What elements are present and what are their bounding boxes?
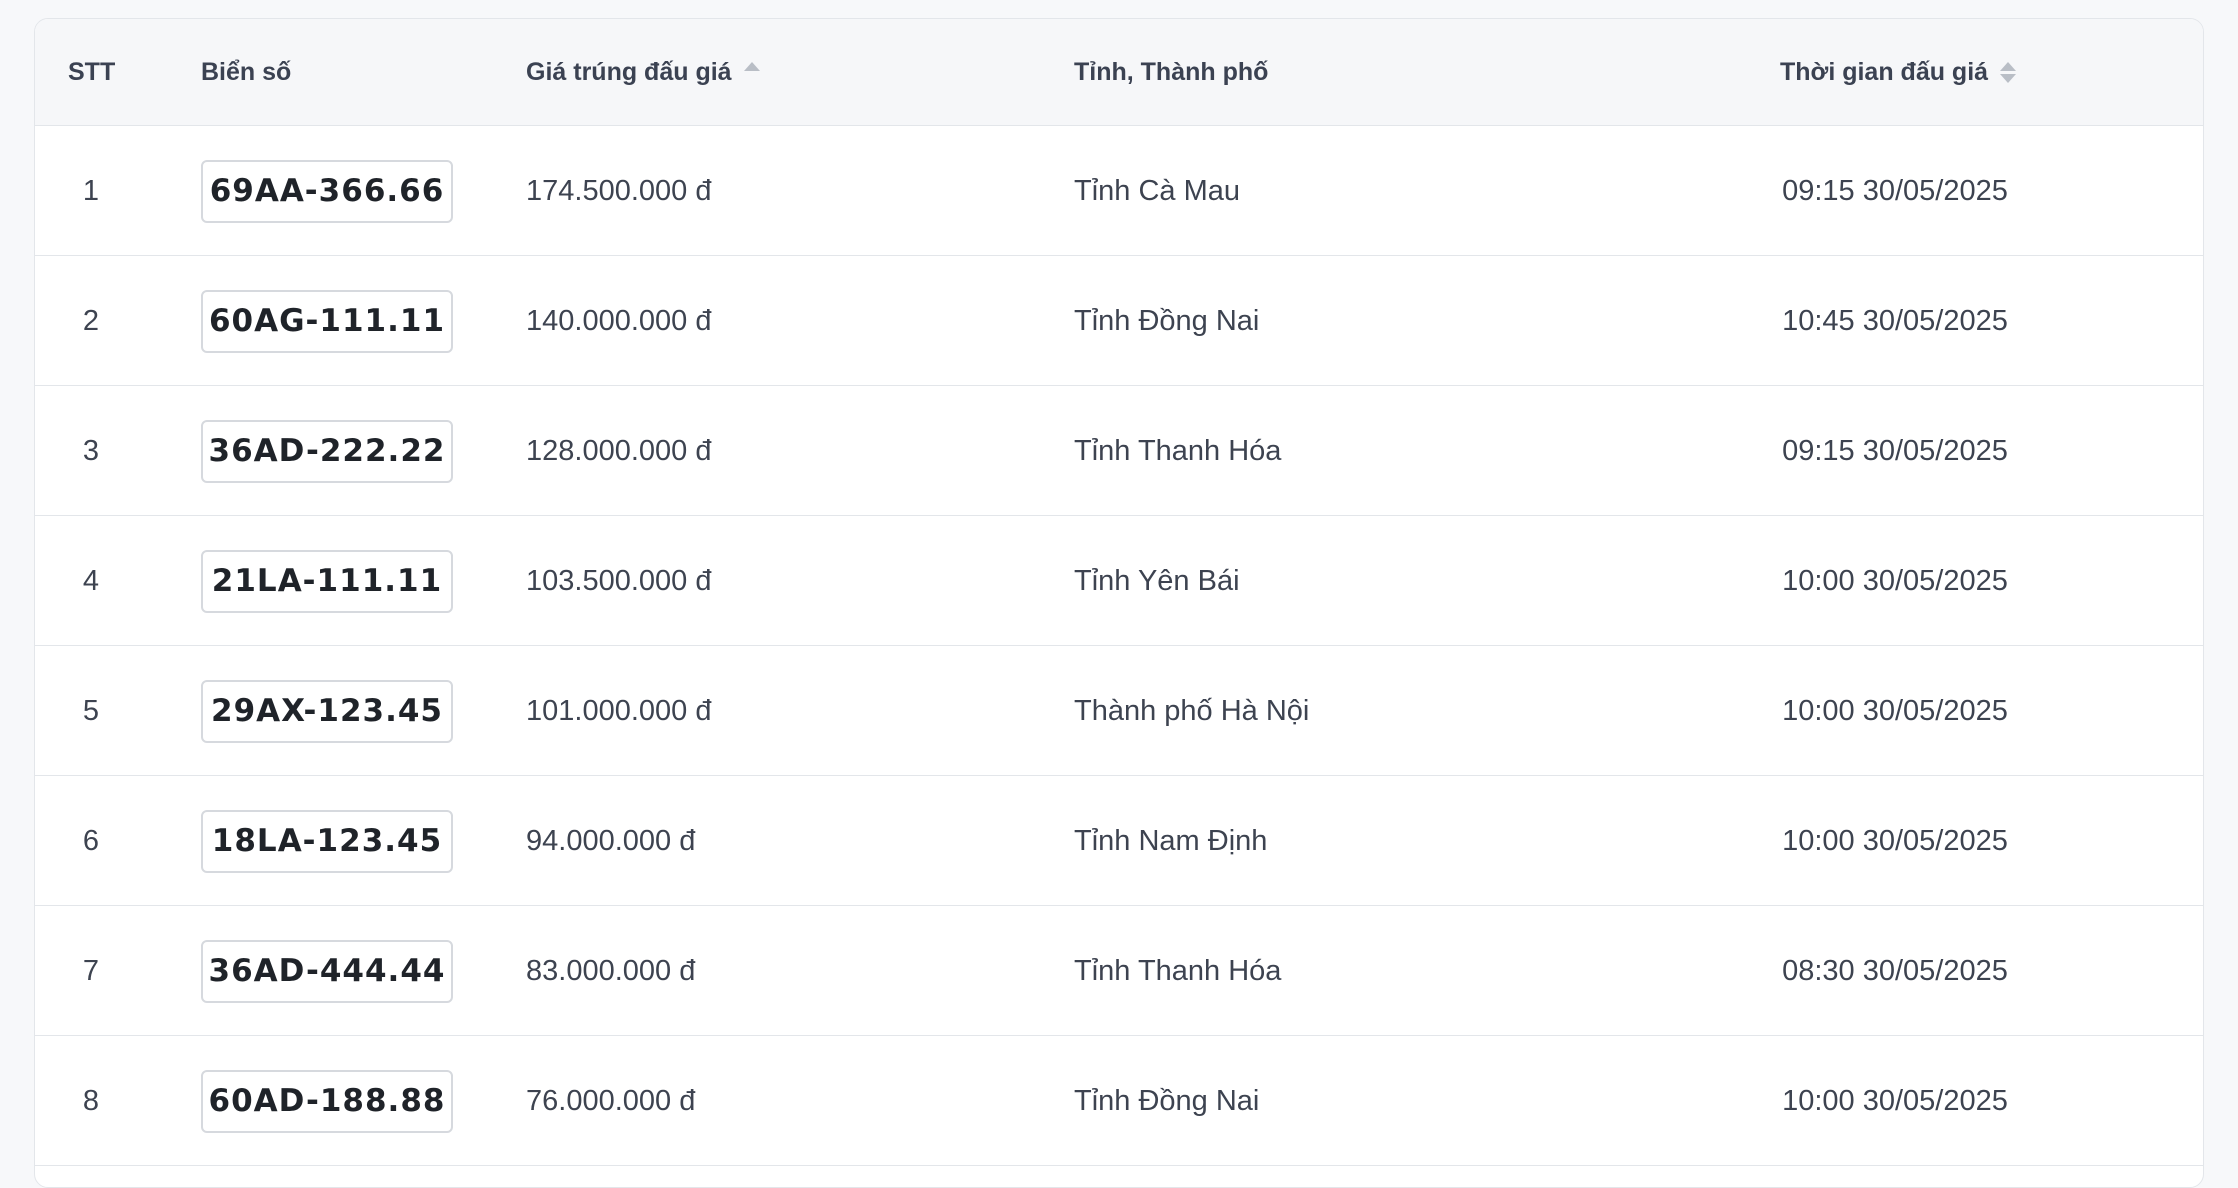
- row-province: Tỉnh Yên Bái: [1074, 564, 1240, 597]
- row-stt: 5: [82, 694, 100, 727]
- column-header-price[interactable]: Giá trúng đấu giá: [526, 19, 760, 126]
- column-header-plate: Biển số: [201, 19, 291, 126]
- row-plate-cell: 60AD-188.88: [201, 1036, 453, 1166]
- row-province: Tỉnh Đồng Nai: [1074, 304, 1260, 337]
- row-price: 140.000.000 đ: [526, 304, 712, 337]
- row-stt: 7: [82, 954, 100, 987]
- license-plate[interactable]: 60AD-188.88: [201, 1069, 453, 1133]
- column-header-time-label[interactable]: Thời gian đấu giá: [1780, 58, 1988, 87]
- table-row[interactable]: 5 29AX-123.45 101.000.000 đ Thành phố Hà…: [35, 646, 2203, 776]
- license-plate[interactable]: 36AD-444.44: [201, 939, 453, 1003]
- row-price: 76.000.000 đ: [526, 1084, 696, 1117]
- row-price: 103.500.000 đ: [526, 564, 712, 597]
- row-price: 128.000.000 đ: [526, 434, 712, 467]
- row-stt: 4: [82, 564, 100, 597]
- row-price: 101.000.000 đ: [526, 694, 712, 727]
- table-row[interactable]: 2 60AG-111.11 140.000.000 đ Tỉnh Đồng Na…: [35, 256, 2203, 386]
- row-time: 09:15 30/05/2025: [1782, 174, 2008, 207]
- row-plate-cell: 29AX-123.45: [201, 646, 453, 776]
- license-plate[interactable]: 60AG-111.11: [201, 289, 453, 353]
- row-time: 08:30 30/05/2025: [1782, 954, 2008, 987]
- row-price: 174.500.000 đ: [526, 174, 712, 207]
- row-stt: 2: [82, 304, 100, 337]
- sort-ascending-icon[interactable]: [743, 62, 760, 83]
- column-header-time[interactable]: Thời gian đấu giá: [1780, 19, 2017, 126]
- row-price: 94.000.000 đ: [526, 824, 696, 857]
- row-stt: 8: [82, 1084, 100, 1117]
- auction-results-table: STT Biển số Giá trúng đấu giá Tỉnh, Thàn…: [34, 18, 2204, 1188]
- row-stt: 6: [82, 824, 100, 857]
- table-row[interactable]: 1 69AA-366.66 174.500.000 đ Tỉnh Cà Mau …: [35, 126, 2203, 256]
- license-plate[interactable]: 21LA-111.11: [201, 549, 453, 613]
- row-time: 10:00 30/05/2025: [1782, 824, 2008, 857]
- row-time: 10:00 30/05/2025: [1782, 694, 2008, 727]
- license-plate[interactable]: 69AA-366.66: [201, 159, 453, 223]
- row-stt: 1: [82, 174, 100, 207]
- row-plate-cell: 21LA-111.11: [201, 516, 453, 646]
- license-plate[interactable]: 36AD-222.22: [201, 419, 453, 483]
- row-province: Tỉnh Đồng Nai: [1074, 1084, 1260, 1117]
- row-province: Tỉnh Thanh Hóa: [1074, 954, 1282, 987]
- column-header-stt-label: STT: [68, 58, 116, 86]
- row-time: 10:00 30/05/2025: [1782, 564, 2008, 597]
- row-province: Tỉnh Cà Mau: [1074, 174, 1241, 207]
- row-time: 09:15 30/05/2025: [1782, 434, 2008, 467]
- table-header: STT Biển số Giá trúng đấu giá Tỉnh, Thàn…: [35, 19, 2203, 126]
- row-plate-cell: 69AA-366.66: [201, 126, 453, 256]
- row-plate-cell: 18LA-123.45: [201, 776, 453, 906]
- table-row[interactable]: 4 21LA-111.11 103.500.000 đ Tỉnh Yên Bái…: [35, 516, 2203, 646]
- row-plate-cell: 36AD-222.22: [201, 386, 453, 516]
- table-row[interactable]: 7 36AD-444.44 83.000.000 đ Tỉnh Thanh Hó…: [35, 906, 2203, 1036]
- column-header-price-label[interactable]: Giá trúng đấu giá: [526, 58, 732, 87]
- row-province: Thành phố Hà Nội: [1074, 694, 1310, 727]
- row-plate-cell: 60AG-111.11: [201, 256, 453, 386]
- row-stt: 3: [82, 434, 100, 467]
- sort-icon[interactable]: [2000, 62, 2017, 83]
- row-time: 10:45 30/05/2025: [1782, 304, 2008, 337]
- row-price: 83.000.000 đ: [526, 954, 696, 987]
- table-row[interactable]: 3 36AD-222.22 128.000.000 đ Tỉnh Thanh H…: [35, 386, 2203, 516]
- table-body: 1 69AA-366.66 174.500.000 đ Tỉnh Cà Mau …: [35, 126, 2203, 1166]
- column-header-stt: STT: [68, 19, 115, 126]
- license-plate[interactable]: 29AX-123.45: [201, 679, 453, 743]
- column-header-province-label: Tỉnh, Thành phố: [1074, 58, 1269, 86]
- row-time: 10:00 30/05/2025: [1782, 1084, 2008, 1117]
- table-row[interactable]: 6 18LA-123.45 94.000.000 đ Tỉnh Nam Định…: [35, 776, 2203, 906]
- license-plate[interactable]: 18LA-123.45: [201, 809, 453, 873]
- column-header-province: Tỉnh, Thành phố: [1074, 19, 1268, 126]
- row-province: Tỉnh Nam Định: [1074, 824, 1268, 857]
- column-header-plate-label: Biển số: [201, 58, 292, 86]
- row-plate-cell: 36AD-444.44: [201, 906, 453, 1036]
- row-province: Tỉnh Thanh Hóa: [1074, 434, 1282, 467]
- table-row[interactable]: 8 60AD-188.88 76.000.000 đ Tỉnh Đồng Nai…: [35, 1036, 2203, 1166]
